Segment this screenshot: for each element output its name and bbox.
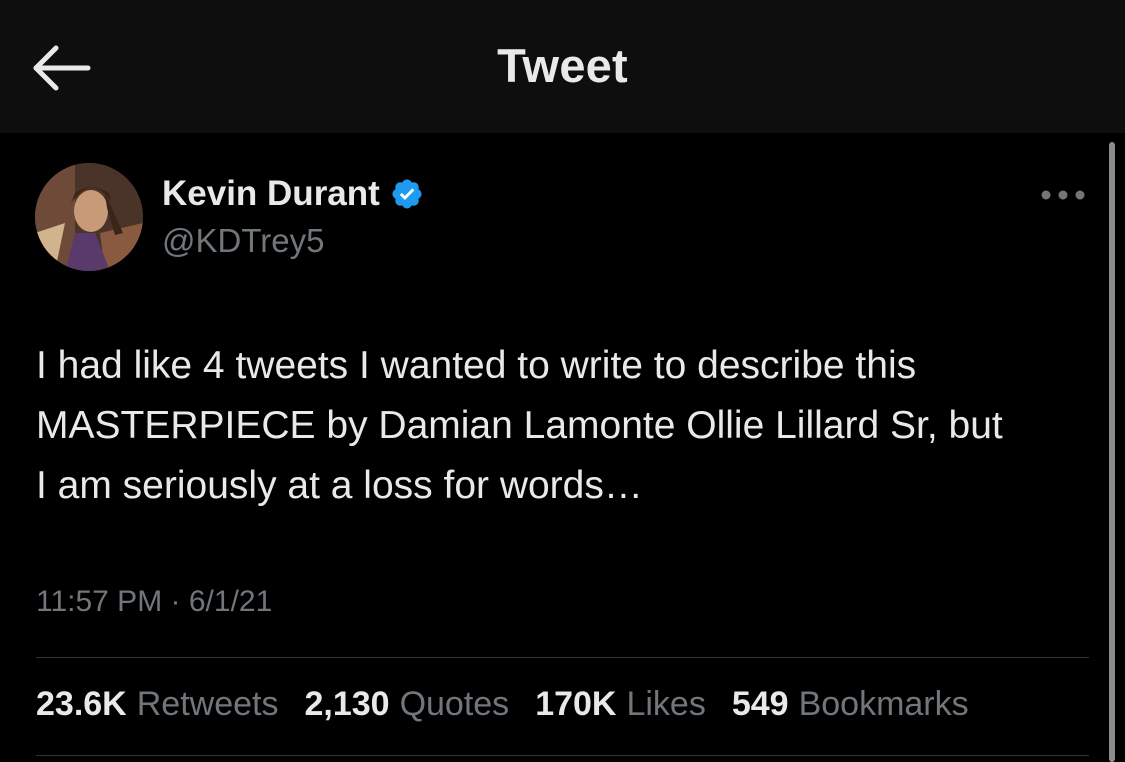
divider (36, 755, 1089, 756)
tweet-time: 11:57 PM (36, 585, 163, 618)
quotes-stat[interactable]: 2,130 Quotes (304, 685, 509, 724)
tweet-text: I had like 4 tweets I wanted to write to… (36, 344, 1003, 507)
divider (36, 657, 1089, 658)
likes-count: 170K (535, 685, 617, 723)
quotes-label: Quotes (399, 685, 510, 723)
scrollbar[interactable] (1109, 142, 1115, 762)
author-name-text: Kevin Durant (162, 174, 380, 213)
timestamp-separator: · (170, 585, 181, 618)
bookmarks-count: 549 (731, 685, 789, 723)
likes-stat[interactable]: 170K Likes (535, 685, 706, 724)
bookmarks-label: Bookmarks (798, 685, 969, 723)
top-bar: Tweet (0, 0, 1125, 133)
more-options-button[interactable] (1036, 180, 1090, 210)
likes-label: Likes (626, 685, 706, 723)
bookmarks-stat[interactable]: 549 Bookmarks (732, 685, 969, 724)
retweets-count: 23.6K (36, 685, 127, 723)
more-horizontal-icon (1041, 190, 1085, 200)
verified-badge-icon (390, 177, 424, 211)
quotes-count: 2,130 (304, 685, 390, 723)
page-title: Tweet (497, 39, 628, 92)
engagement-stats: 23.6K Retweets 2,130 Quotes 170K Likes 549 B… (36, 685, 995, 724)
author-handle[interactable]: @KDTrey5 (162, 222, 324, 260)
tweet-timestamp[interactable]: 11:57 PM · 6/1/21 (36, 585, 272, 619)
author-name[interactable]: Kevin Durant (162, 174, 424, 214)
avatar[interactable] (35, 163, 143, 271)
retweets-stat[interactable]: 23.6K Retweets (36, 685, 278, 724)
tweet-date: 6/1/21 (188, 585, 273, 618)
retweets-label: Retweets (136, 685, 279, 723)
